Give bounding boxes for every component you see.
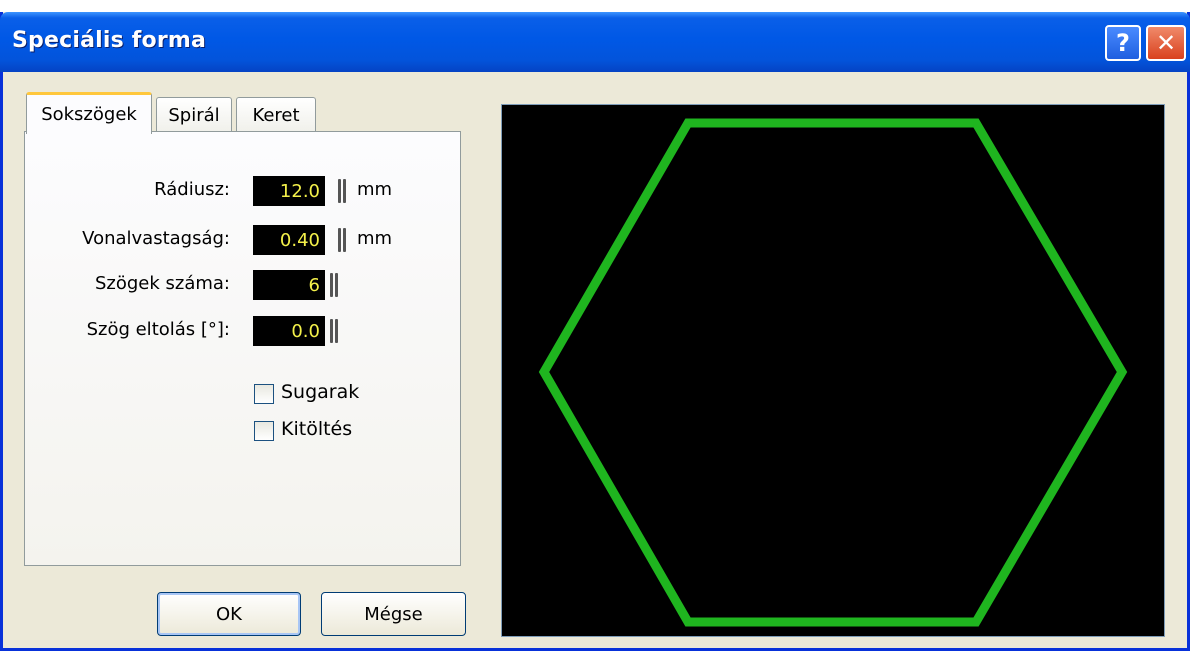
shape-preview [501, 104, 1165, 637]
line-width-unit: mm [357, 228, 393, 249]
close-button[interactable]: ✕ [1146, 25, 1186, 61]
rays-label[interactable]: Sugarak [281, 381, 359, 403]
radius-label: Rádiusz: [154, 179, 230, 200]
line-width-field[interactable]: 0.40 [253, 225, 325, 255]
angle-offset-label: Szög eltolás [°]: [86, 319, 230, 340]
cancel-button[interactable]: Mégse [321, 592, 466, 636]
line-width-spinner[interactable] [338, 228, 346, 252]
tab-keret[interactable]: Keret [236, 97, 316, 133]
angle-offset-field[interactable]: 0.0 [253, 316, 325, 346]
sides-label: Szögek száma: [94, 273, 230, 294]
line-width-label: Vonalvastagság: [82, 228, 230, 249]
radius-field[interactable]: 12.0 [253, 176, 325, 206]
angle-offset-spinner[interactable] [330, 319, 338, 343]
sides-field[interactable]: 6 [253, 270, 325, 300]
help-button[interactable]: ? [1105, 25, 1141, 61]
sides-spinner[interactable] [330, 273, 338, 297]
ok-button[interactable]: OK [157, 592, 301, 636]
hexagon-shape [538, 118, 1128, 627]
rays-checkbox[interactable] [254, 384, 274, 404]
radius-unit: mm [357, 179, 393, 200]
tab-sokszogek[interactable]: Sokszögek [26, 92, 152, 134]
title-bar[interactable]: Speciális forma ? ✕ [0, 12, 1190, 72]
fill-checkbox[interactable] [254, 421, 274, 441]
window-title: Speciális forma [12, 28, 207, 53]
fill-label[interactable]: Kitöltés [281, 418, 352, 440]
preview-canvas [538, 118, 1128, 627]
radius-spinner[interactable] [338, 179, 346, 203]
tab-spiral[interactable]: Spirál [156, 97, 232, 133]
